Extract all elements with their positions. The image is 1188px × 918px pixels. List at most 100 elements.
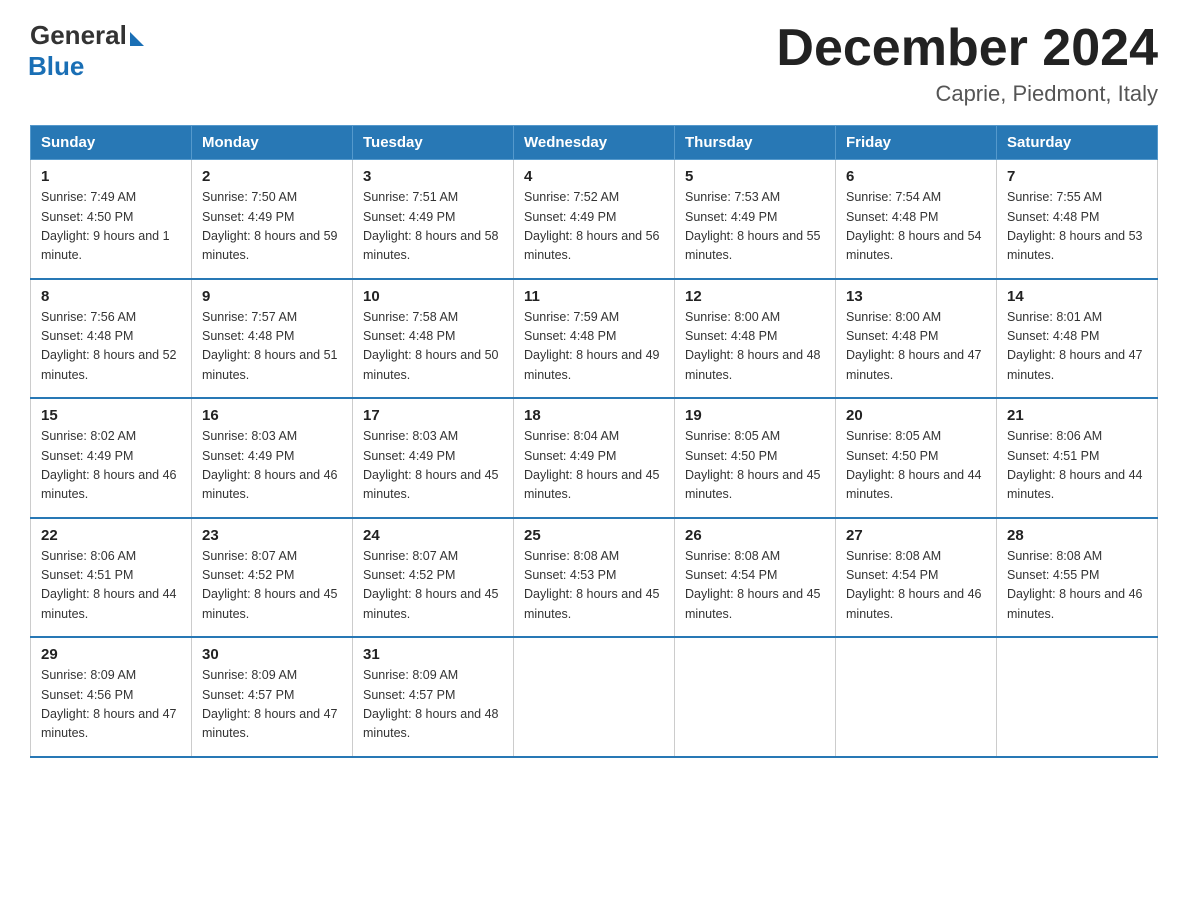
table-row: 27 Sunrise: 8:08 AM Sunset: 4:54 PM Dayl… xyxy=(836,518,997,638)
day-number: 1 xyxy=(41,168,181,185)
day-number: 29 xyxy=(41,646,181,663)
day-number: 4 xyxy=(524,168,664,185)
table-row: 11 Sunrise: 7:59 AM Sunset: 4:48 PM Dayl… xyxy=(514,279,675,399)
col-saturday: Saturday xyxy=(997,126,1158,160)
day-number: 24 xyxy=(363,527,503,544)
day-info: Sunrise: 7:49 AM Sunset: 4:50 PM Dayligh… xyxy=(41,188,181,266)
table-row: 4 Sunrise: 7:52 AM Sunset: 4:49 PM Dayli… xyxy=(514,160,675,279)
table-row: 21 Sunrise: 8:06 AM Sunset: 4:51 PM Dayl… xyxy=(997,398,1158,518)
day-info: Sunrise: 7:51 AM Sunset: 4:49 PM Dayligh… xyxy=(363,188,503,266)
day-number: 12 xyxy=(685,288,825,305)
day-info: Sunrise: 7:59 AM Sunset: 4:48 PM Dayligh… xyxy=(524,308,664,386)
day-number: 20 xyxy=(846,407,986,424)
table-row: 25 Sunrise: 8:08 AM Sunset: 4:53 PM Dayl… xyxy=(514,518,675,638)
table-row: 23 Sunrise: 8:07 AM Sunset: 4:52 PM Dayl… xyxy=(192,518,353,638)
logo-general-text: General xyxy=(30,20,127,51)
table-row xyxy=(514,637,675,757)
month-title: December 2024 xyxy=(776,20,1158,77)
location-title: Caprie, Piedmont, Italy xyxy=(776,81,1158,107)
table-row: 13 Sunrise: 8:00 AM Sunset: 4:48 PM Dayl… xyxy=(836,279,997,399)
day-number: 10 xyxy=(363,288,503,305)
table-row: 9 Sunrise: 7:57 AM Sunset: 4:48 PM Dayli… xyxy=(192,279,353,399)
day-number: 25 xyxy=(524,527,664,544)
day-info: Sunrise: 8:08 AM Sunset: 4:54 PM Dayligh… xyxy=(685,547,825,625)
calendar-week-row: 15 Sunrise: 8:02 AM Sunset: 4:49 PM Dayl… xyxy=(31,398,1158,518)
day-number: 14 xyxy=(1007,288,1147,305)
day-number: 5 xyxy=(685,168,825,185)
day-number: 19 xyxy=(685,407,825,424)
table-row: 24 Sunrise: 8:07 AM Sunset: 4:52 PM Dayl… xyxy=(353,518,514,638)
col-sunday: Sunday xyxy=(31,126,192,160)
day-info: Sunrise: 8:09 AM Sunset: 4:57 PM Dayligh… xyxy=(202,666,342,744)
day-number: 16 xyxy=(202,407,342,424)
table-row: 10 Sunrise: 7:58 AM Sunset: 4:48 PM Dayl… xyxy=(353,279,514,399)
day-number: 6 xyxy=(846,168,986,185)
header: General Blue December 2024 Caprie, Piedm… xyxy=(30,20,1158,107)
table-row: 18 Sunrise: 8:04 AM Sunset: 4:49 PM Dayl… xyxy=(514,398,675,518)
day-info: Sunrise: 8:07 AM Sunset: 4:52 PM Dayligh… xyxy=(202,547,342,625)
day-info: Sunrise: 8:01 AM Sunset: 4:48 PM Dayligh… xyxy=(1007,308,1147,386)
day-number: 27 xyxy=(846,527,986,544)
day-info: Sunrise: 7:50 AM Sunset: 4:49 PM Dayligh… xyxy=(202,188,342,266)
day-info: Sunrise: 8:08 AM Sunset: 4:54 PM Dayligh… xyxy=(846,547,986,625)
calendar-header-row: Sunday Monday Tuesday Wednesday Thursday… xyxy=(31,126,1158,160)
col-friday: Friday xyxy=(836,126,997,160)
title-area: December 2024 Caprie, Piedmont, Italy xyxy=(776,20,1158,107)
day-info: Sunrise: 8:08 AM Sunset: 4:53 PM Dayligh… xyxy=(524,547,664,625)
day-info: Sunrise: 7:54 AM Sunset: 4:48 PM Dayligh… xyxy=(846,188,986,266)
table-row: 14 Sunrise: 8:01 AM Sunset: 4:48 PM Dayl… xyxy=(997,279,1158,399)
day-number: 9 xyxy=(202,288,342,305)
logo: General Blue xyxy=(30,20,144,82)
day-number: 26 xyxy=(685,527,825,544)
table-row: 5 Sunrise: 7:53 AM Sunset: 4:49 PM Dayli… xyxy=(675,160,836,279)
day-number: 31 xyxy=(363,646,503,663)
day-info: Sunrise: 8:04 AM Sunset: 4:49 PM Dayligh… xyxy=(524,427,664,505)
calendar-week-row: 29 Sunrise: 8:09 AM Sunset: 4:56 PM Dayl… xyxy=(31,637,1158,757)
day-info: Sunrise: 8:03 AM Sunset: 4:49 PM Dayligh… xyxy=(202,427,342,505)
calendar-week-row: 1 Sunrise: 7:49 AM Sunset: 4:50 PM Dayli… xyxy=(31,160,1158,279)
table-row: 7 Sunrise: 7:55 AM Sunset: 4:48 PM Dayli… xyxy=(997,160,1158,279)
calendar-week-row: 8 Sunrise: 7:56 AM Sunset: 4:48 PM Dayli… xyxy=(31,279,1158,399)
day-number: 18 xyxy=(524,407,664,424)
table-row: 31 Sunrise: 8:09 AM Sunset: 4:57 PM Dayl… xyxy=(353,637,514,757)
day-info: Sunrise: 8:09 AM Sunset: 4:56 PM Dayligh… xyxy=(41,666,181,744)
table-row: 22 Sunrise: 8:06 AM Sunset: 4:51 PM Dayl… xyxy=(31,518,192,638)
day-info: Sunrise: 8:03 AM Sunset: 4:49 PM Dayligh… xyxy=(363,427,503,505)
table-row: 3 Sunrise: 7:51 AM Sunset: 4:49 PM Dayli… xyxy=(353,160,514,279)
col-monday: Monday xyxy=(192,126,353,160)
day-info: Sunrise: 8:00 AM Sunset: 4:48 PM Dayligh… xyxy=(685,308,825,386)
day-number: 22 xyxy=(41,527,181,544)
table-row: 1 Sunrise: 7:49 AM Sunset: 4:50 PM Dayli… xyxy=(31,160,192,279)
day-number: 28 xyxy=(1007,527,1147,544)
table-row: 17 Sunrise: 8:03 AM Sunset: 4:49 PM Dayl… xyxy=(353,398,514,518)
day-info: Sunrise: 7:58 AM Sunset: 4:48 PM Dayligh… xyxy=(363,308,503,386)
calendar-table: Sunday Monday Tuesday Wednesday Thursday… xyxy=(30,125,1158,758)
day-number: 23 xyxy=(202,527,342,544)
table-row xyxy=(675,637,836,757)
day-info: Sunrise: 8:05 AM Sunset: 4:50 PM Dayligh… xyxy=(846,427,986,505)
table-row: 16 Sunrise: 8:03 AM Sunset: 4:49 PM Dayl… xyxy=(192,398,353,518)
table-row: 30 Sunrise: 8:09 AM Sunset: 4:57 PM Dayl… xyxy=(192,637,353,757)
table-row: 6 Sunrise: 7:54 AM Sunset: 4:48 PM Dayli… xyxy=(836,160,997,279)
day-info: Sunrise: 7:53 AM Sunset: 4:49 PM Dayligh… xyxy=(685,188,825,266)
day-info: Sunrise: 8:05 AM Sunset: 4:50 PM Dayligh… xyxy=(685,427,825,505)
day-info: Sunrise: 8:00 AM Sunset: 4:48 PM Dayligh… xyxy=(846,308,986,386)
day-info: Sunrise: 7:56 AM Sunset: 4:48 PM Dayligh… xyxy=(41,308,181,386)
table-row: 20 Sunrise: 8:05 AM Sunset: 4:50 PM Dayl… xyxy=(836,398,997,518)
day-number: 7 xyxy=(1007,168,1147,185)
table-row xyxy=(836,637,997,757)
logo-blue-text: Blue xyxy=(28,51,84,82)
day-info: Sunrise: 7:52 AM Sunset: 4:49 PM Dayligh… xyxy=(524,188,664,266)
day-info: Sunrise: 8:02 AM Sunset: 4:49 PM Dayligh… xyxy=(41,427,181,505)
table-row: 28 Sunrise: 8:08 AM Sunset: 4:55 PM Dayl… xyxy=(997,518,1158,638)
day-number: 3 xyxy=(363,168,503,185)
day-info: Sunrise: 8:06 AM Sunset: 4:51 PM Dayligh… xyxy=(1007,427,1147,505)
calendar-week-row: 22 Sunrise: 8:06 AM Sunset: 4:51 PM Dayl… xyxy=(31,518,1158,638)
table-row: 15 Sunrise: 8:02 AM Sunset: 4:49 PM Dayl… xyxy=(31,398,192,518)
day-number: 11 xyxy=(524,288,664,305)
table-row: 2 Sunrise: 7:50 AM Sunset: 4:49 PM Dayli… xyxy=(192,160,353,279)
table-row xyxy=(997,637,1158,757)
col-wednesday: Wednesday xyxy=(514,126,675,160)
day-number: 2 xyxy=(202,168,342,185)
day-info: Sunrise: 8:08 AM Sunset: 4:55 PM Dayligh… xyxy=(1007,547,1147,625)
